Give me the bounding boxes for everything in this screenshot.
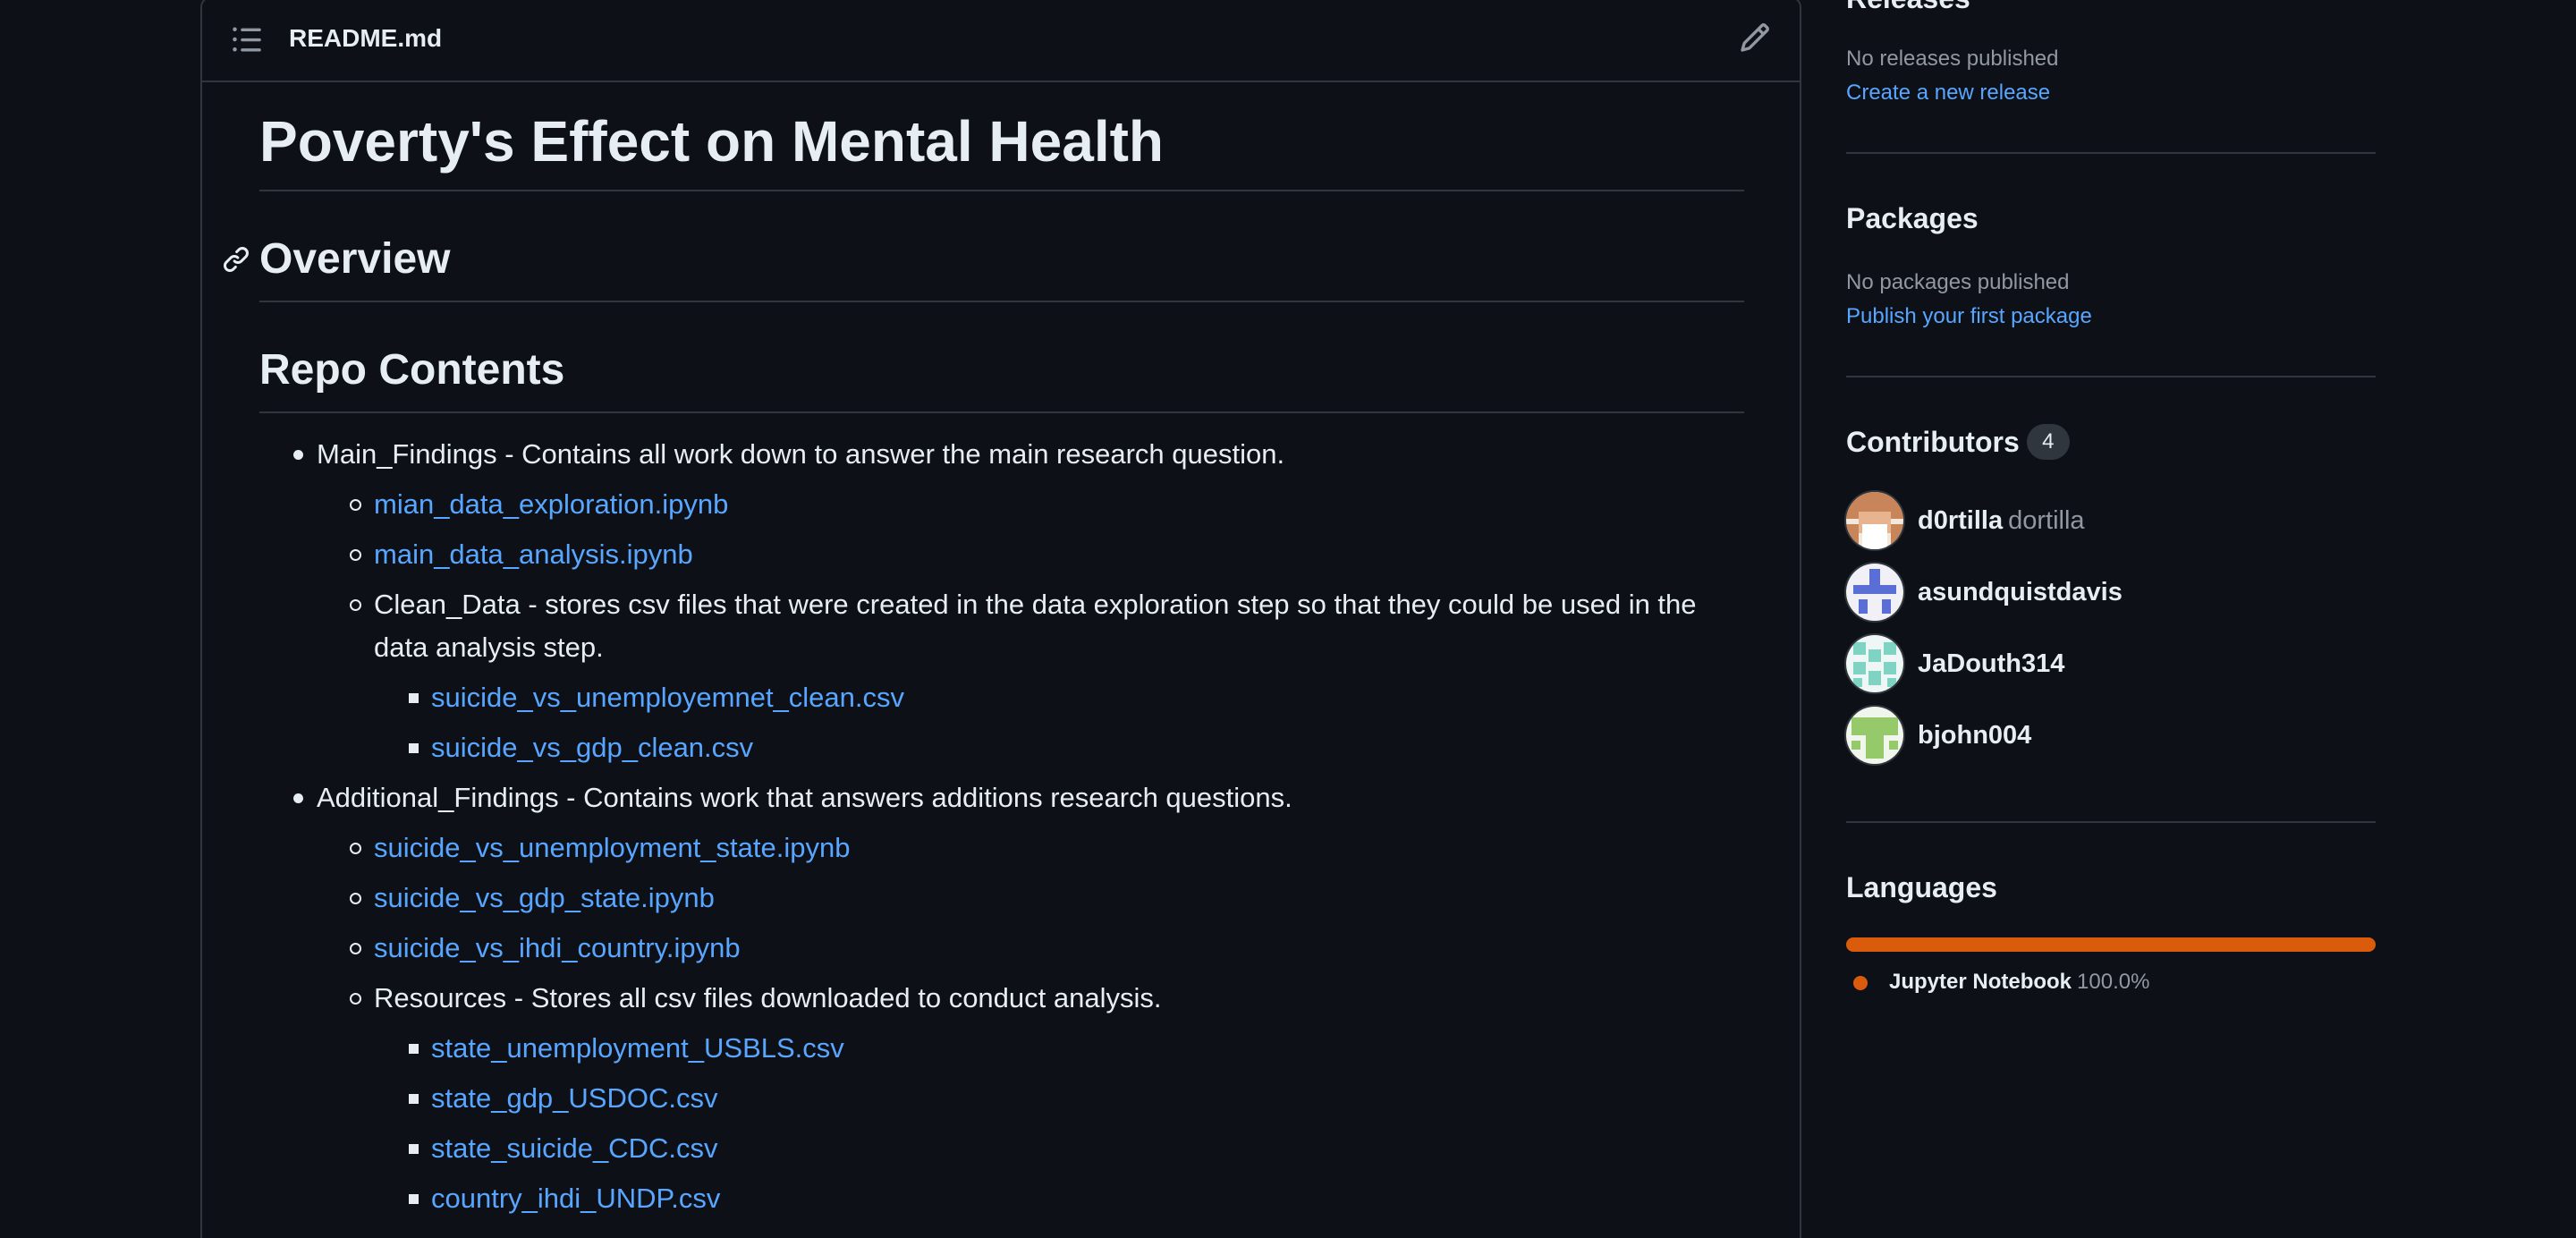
list-item: mian_data_exploration.ipynb: [317, 483, 1744, 526]
contributor-login[interactable]: d0rtilla dortilla: [1918, 505, 2085, 537]
title-divider: [259, 190, 1744, 191]
contributors-heading[interactable]: Contributors 4: [1846, 423, 2070, 462]
file-link[interactable]: main_data_analysis.ipynb: [374, 538, 693, 570]
list-item: state_gdp_USDOC.csv: [374, 1077, 1744, 1120]
avatar[interactable]: [1846, 707, 1903, 764]
list-item: suicide_vs_unemployment_state.ipynb: [317, 827, 1744, 869]
page: README.md Poverty's Effect on Mental Hea…: [0, 0, 2576, 1238]
list-item-text: Main_Findings - Contains all work down t…: [317, 438, 1285, 470]
link-icon[interactable]: [222, 245, 250, 274]
avatar[interactable]: [1846, 635, 1903, 692]
releases-empty-text: No releases published: [1846, 47, 2059, 71]
language-color-dot: [1853, 976, 1868, 990]
contributor-item[interactable]: JaDouth314: [1846, 635, 2376, 692]
readme-panel: README.md Poverty's Effect on Mental Hea…: [200, 0, 1801, 1238]
list-item: suicide_vs_gdp_clean.csv: [374, 726, 1744, 769]
list-item: Additional_Findings - Contains work that…: [259, 776, 1744, 1220]
file-link[interactable]: state_suicide_CDC.csv: [431, 1132, 717, 1164]
contributor-item[interactable]: d0rtilla dortilla: [1846, 492, 2376, 549]
language-bar: [1846, 937, 2376, 952]
list-item: main_data_analysis.ipynb: [317, 533, 1744, 576]
file-link[interactable]: country_ihdi_UNDP.csv: [431, 1183, 720, 1214]
file-link[interactable]: suicide_vs_unemployment_state.ipynb: [374, 832, 850, 863]
readme-title: Poverty's Effect on Mental Health: [259, 109, 1164, 174]
list-item-text: Clean_Data - stores csv files that were …: [374, 589, 1697, 663]
contributor-name: dortilla: [2008, 506, 2085, 535]
avatar[interactable]: [1846, 564, 1903, 621]
list-item: suicide_vs_unemployemnet_clean.csv: [374, 676, 1744, 719]
releases-heading[interactable]: Releases: [1846, 0, 1970, 16]
contributor-item[interactable]: bjohn004: [1846, 707, 2376, 764]
contents-divider: [259, 411, 1744, 413]
publish-package-link[interactable]: Publish your first package: [1846, 302, 2092, 331]
create-release-link[interactable]: Create a new release: [1846, 79, 2050, 107]
packages-divider: [1846, 376, 2376, 377]
packages-empty-text: No packages published: [1846, 270, 2070, 294]
avatar[interactable]: [1846, 492, 1903, 549]
contributor-login[interactable]: JaDouth314: [1918, 648, 2064, 680]
contributor-item[interactable]: asundquistdavis: [1846, 564, 2376, 621]
file-link[interactable]: suicide_vs_gdp_state.ipynb: [374, 882, 715, 913]
sidebar: Releases No releases published Create a …: [1846, 0, 2376, 1238]
list-item: Clean_Data - stores csv files that were …: [317, 583, 1744, 769]
language-name-text: Jupyter Notebook: [1889, 970, 2072, 994]
packages-heading[interactable]: Packages: [1846, 200, 1979, 236]
file-link[interactable]: suicide_vs_ihdi_country.ipynb: [374, 932, 741, 963]
language-percent: 100.0%: [2077, 970, 2150, 994]
pencil-icon[interactable]: [1739, 21, 1771, 54]
list-item: state_unemployment_USBLS.csv: [374, 1027, 1744, 1070]
languages-heading: Languages: [1846, 871, 1997, 903]
list-item: state_suicide_CDC.csv: [374, 1127, 1744, 1170]
language-name: Jupyter Notebook 100.0%: [1889, 968, 2149, 996]
heading-overview: Overview: [259, 235, 451, 283]
file-link[interactable]: suicide_vs_gdp_clean.csv: [431, 732, 753, 763]
releases-divider: [1846, 152, 2376, 154]
contributors-heading-label: Contributors: [1846, 426, 2020, 458]
nested-list: mian_data_exploration.ipynb main_data_an…: [317, 483, 1744, 769]
list-item: Resources - Stores all csv files downloa…: [317, 977, 1744, 1220]
repo-contents-list: Main_Findings - Contains all work down t…: [259, 433, 1744, 1227]
file-link[interactable]: state_gdp_USDOC.csv: [431, 1082, 717, 1114]
contributor-login[interactable]: asundquistdavis: [1918, 576, 2123, 608]
list-item: suicide_vs_ihdi_country.ipynb: [317, 927, 1744, 970]
readme-filename-link[interactable]: README.md: [289, 21, 442, 55]
file-link[interactable]: mian_data_exploration.ipynb: [374, 488, 728, 520]
nested-list: state_unemployment_USBLS.csv state_gdp_U…: [374, 1027, 1744, 1220]
contributor-login[interactable]: bjohn004: [1918, 719, 2031, 751]
readme-header: README.md: [202, 0, 1800, 82]
list-item: suicide_vs_gdp_state.ipynb: [317, 877, 1744, 920]
contributors-count-badge: 4: [2026, 423, 2070, 460]
file-link[interactable]: suicide_vs_unemployemnet_clean.csv: [431, 682, 904, 713]
list-item: country_ihdi_UNDP.csv: [374, 1177, 1744, 1220]
heading-repo-contents: Repo Contents: [259, 346, 565, 394]
nested-list: suicide_vs_unemployemnet_clean.csv suici…: [374, 676, 1744, 769]
contributor-login-text: d0rtilla: [1918, 506, 2004, 535]
overview-divider: [259, 301, 1744, 302]
list-item-text: Additional_Findings - Contains work that…: [317, 782, 1292, 813]
nested-list: suicide_vs_unemployment_state.ipynb suic…: [317, 827, 1744, 1220]
contributors-divider: [1846, 821, 2376, 823]
list-unordered-icon[interactable]: [231, 23, 263, 55]
list-item: Main_Findings - Contains all work down t…: [259, 433, 1744, 769]
file-link[interactable]: state_unemployment_USBLS.csv: [431, 1032, 844, 1064]
list-item-text: Resources - Stores all csv files downloa…: [374, 982, 1162, 1013]
